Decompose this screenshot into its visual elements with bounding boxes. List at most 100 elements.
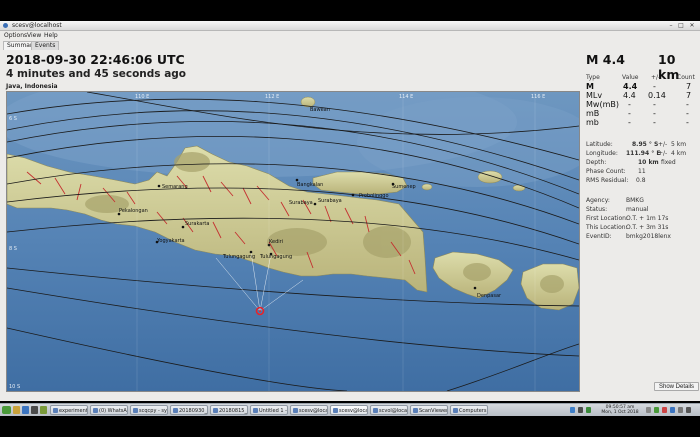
- mag-pm: -: [653, 118, 656, 127]
- event-id-label: EventID:: [586, 233, 612, 240]
- taskbar-item[interactable]: 20180930_: [170, 405, 208, 415]
- phase-count-label: Phase Count:: [586, 168, 626, 175]
- city-label: Denpasar: [477, 293, 502, 299]
- col-pm: +/-: [651, 74, 661, 81]
- depth-note: fixed: [661, 159, 676, 166]
- city-label: Tulungagung: [259, 254, 292, 260]
- tray-icon[interactable]: [662, 407, 667, 413]
- mag-pm: -: [653, 82, 656, 91]
- magnitude-row[interactable]: mb - - -: [586, 118, 696, 127]
- taskbar-item[interactable]: Computers 3: [450, 405, 488, 415]
- magnitude-row[interactable]: M 4.4 - 7: [586, 82, 696, 91]
- magnitude-heading: M 4.4: [586, 52, 625, 67]
- city-label: Probolinggo: [359, 193, 389, 199]
- taskbar-item[interactable]: scvol@local: [370, 405, 408, 415]
- longitude-row: Longitude: 111.94 ° E +/- 4 km: [586, 150, 696, 159]
- taskbar-item[interactable]: scqcpy - sysop: [130, 405, 168, 415]
- menu-bar: Options View Help: [0, 31, 700, 40]
- small-island: [421, 183, 433, 191]
- mag-value: -: [628, 100, 631, 109]
- taskbar-item-active[interactable]: scesv@local: [330, 405, 368, 415]
- depth-label: Depth:: [586, 159, 607, 166]
- latitude-value: 8.95 ° S: [632, 141, 659, 148]
- tray-icon[interactable]: [678, 407, 683, 413]
- show-details-button[interactable]: Show Details: [654, 382, 700, 391]
- magnitude-row[interactable]: mB - - -: [586, 109, 696, 118]
- mag-value: 4.4: [623, 91, 636, 100]
- city-label: Surabaya: [318, 198, 342, 204]
- agency-row: Agency: BMKG: [586, 197, 696, 206]
- maximize-button[interactable]: □: [677, 21, 685, 30]
- map-canvas[interactable]: Semarang Surabaya Surabaya Sumenep Surak…: [7, 92, 579, 391]
- tray-icon[interactable]: [654, 407, 659, 413]
- agency-label: Agency:: [586, 197, 610, 204]
- rms-residual-label: RMS Residual:: [586, 177, 629, 184]
- event-map[interactable]: Semarang Surabaya Surabaya Sumenep Surak…: [6, 91, 580, 392]
- terminal-icon[interactable]: [31, 406, 38, 414]
- status-label: Status:: [586, 206, 608, 213]
- battery-icon[interactable]: [586, 407, 591, 413]
- taskbar-item[interactable]: 20180815_: [210, 405, 248, 415]
- clock[interactable]: 09:50:57 am Mon, 1 Oct 2018: [600, 405, 640, 415]
- tray-icon[interactable]: [670, 407, 675, 413]
- phase-count-row: Phase Count: 11: [586, 168, 696, 177]
- start-button[interactable]: [2, 406, 11, 414]
- taskbar-item[interactable]: Untitled 1 - Li: [250, 405, 288, 415]
- first-location-value: O.T. + 1m 17s: [626, 215, 669, 222]
- mag-count: -: [686, 109, 689, 118]
- tray-icon[interactable]: [646, 407, 651, 413]
- minimize-button[interactable]: –: [667, 21, 675, 30]
- longitude-error: 4 km: [671, 150, 687, 157]
- close-button[interactable]: ✕: [688, 21, 696, 30]
- phase-count-value: 11: [638, 168, 646, 175]
- mag-type: mb: [586, 118, 599, 127]
- app-icon: [3, 23, 8, 28]
- menu-options[interactable]: Options: [4, 31, 27, 40]
- magnitude-row[interactable]: MLv 4.4 0.14 7: [586, 91, 696, 100]
- network-icon[interactable]: [570, 407, 575, 413]
- mag-value: -: [628, 118, 631, 127]
- city-label: Kediri: [269, 239, 283, 245]
- volume-icon[interactable]: [578, 407, 583, 413]
- this-location-value: O.T. + 3m 31s: [626, 224, 669, 231]
- longitude-value: 111.94 ° E: [626, 150, 661, 157]
- mag-count: -: [686, 100, 689, 109]
- taskbar-item[interactable]: scesv@local: [290, 405, 328, 415]
- mag-count: 7: [686, 82, 692, 91]
- taskbar-item[interactable]: ScanViewer: [410, 405, 448, 415]
- menu-view[interactable]: View: [27, 31, 41, 40]
- tab-events[interactable]: Events: [31, 41, 60, 50]
- show-desktop-icon[interactable]: [686, 407, 691, 413]
- menu-help[interactable]: Help: [44, 31, 58, 40]
- clock-date: Mon, 1 Oct 2018: [601, 410, 639, 415]
- mag-value: -: [628, 109, 631, 118]
- latitude-pm: +/-: [658, 141, 668, 148]
- event-id-row: EventID: bmkg2018lenx: [586, 233, 696, 242]
- longitude-pm: +/-: [658, 150, 668, 157]
- col-count: Count: [677, 74, 695, 81]
- taskbar-item[interactable]: (0) WhatsApp: [90, 405, 128, 415]
- mag-count: -: [686, 118, 689, 127]
- this-location-row: This Location: O.T. + 3m 31s: [586, 224, 696, 233]
- event-elapsed: 4 minutes and 45 seconds ago: [6, 68, 187, 80]
- mag-value: 4.4: [623, 82, 638, 91]
- taskbar-item[interactable]: experiment: [50, 405, 88, 415]
- status-row: Status: manual: [586, 206, 696, 215]
- mag-type: MLv: [586, 91, 603, 100]
- col-type: Type: [586, 74, 600, 81]
- agency-value: BMKG: [626, 197, 644, 204]
- event-datetime: 2018-09-30 22:46:06 UTC: [6, 52, 185, 67]
- title-bar[interactable]: scesv@localhost – □ ✕: [0, 21, 700, 31]
- lon-label: 112 E: [265, 94, 279, 100]
- file-manager-icon[interactable]: [13, 406, 20, 414]
- mag-count: 7: [686, 91, 692, 100]
- first-location-row: First Location: O.T. + 1m 17s: [586, 215, 696, 224]
- this-location-label: This Location:: [586, 224, 628, 231]
- latitude-label: Latitude:: [586, 141, 613, 148]
- longitude-label: Longitude:: [586, 150, 618, 157]
- lon-label: 116 E: [531, 94, 545, 100]
- magnitude-row[interactable]: Mw(mB) - - -: [586, 100, 696, 109]
- browser-icon[interactable]: [22, 406, 29, 414]
- small-island: [512, 184, 526, 192]
- launcher-icon[interactable]: [40, 406, 47, 414]
